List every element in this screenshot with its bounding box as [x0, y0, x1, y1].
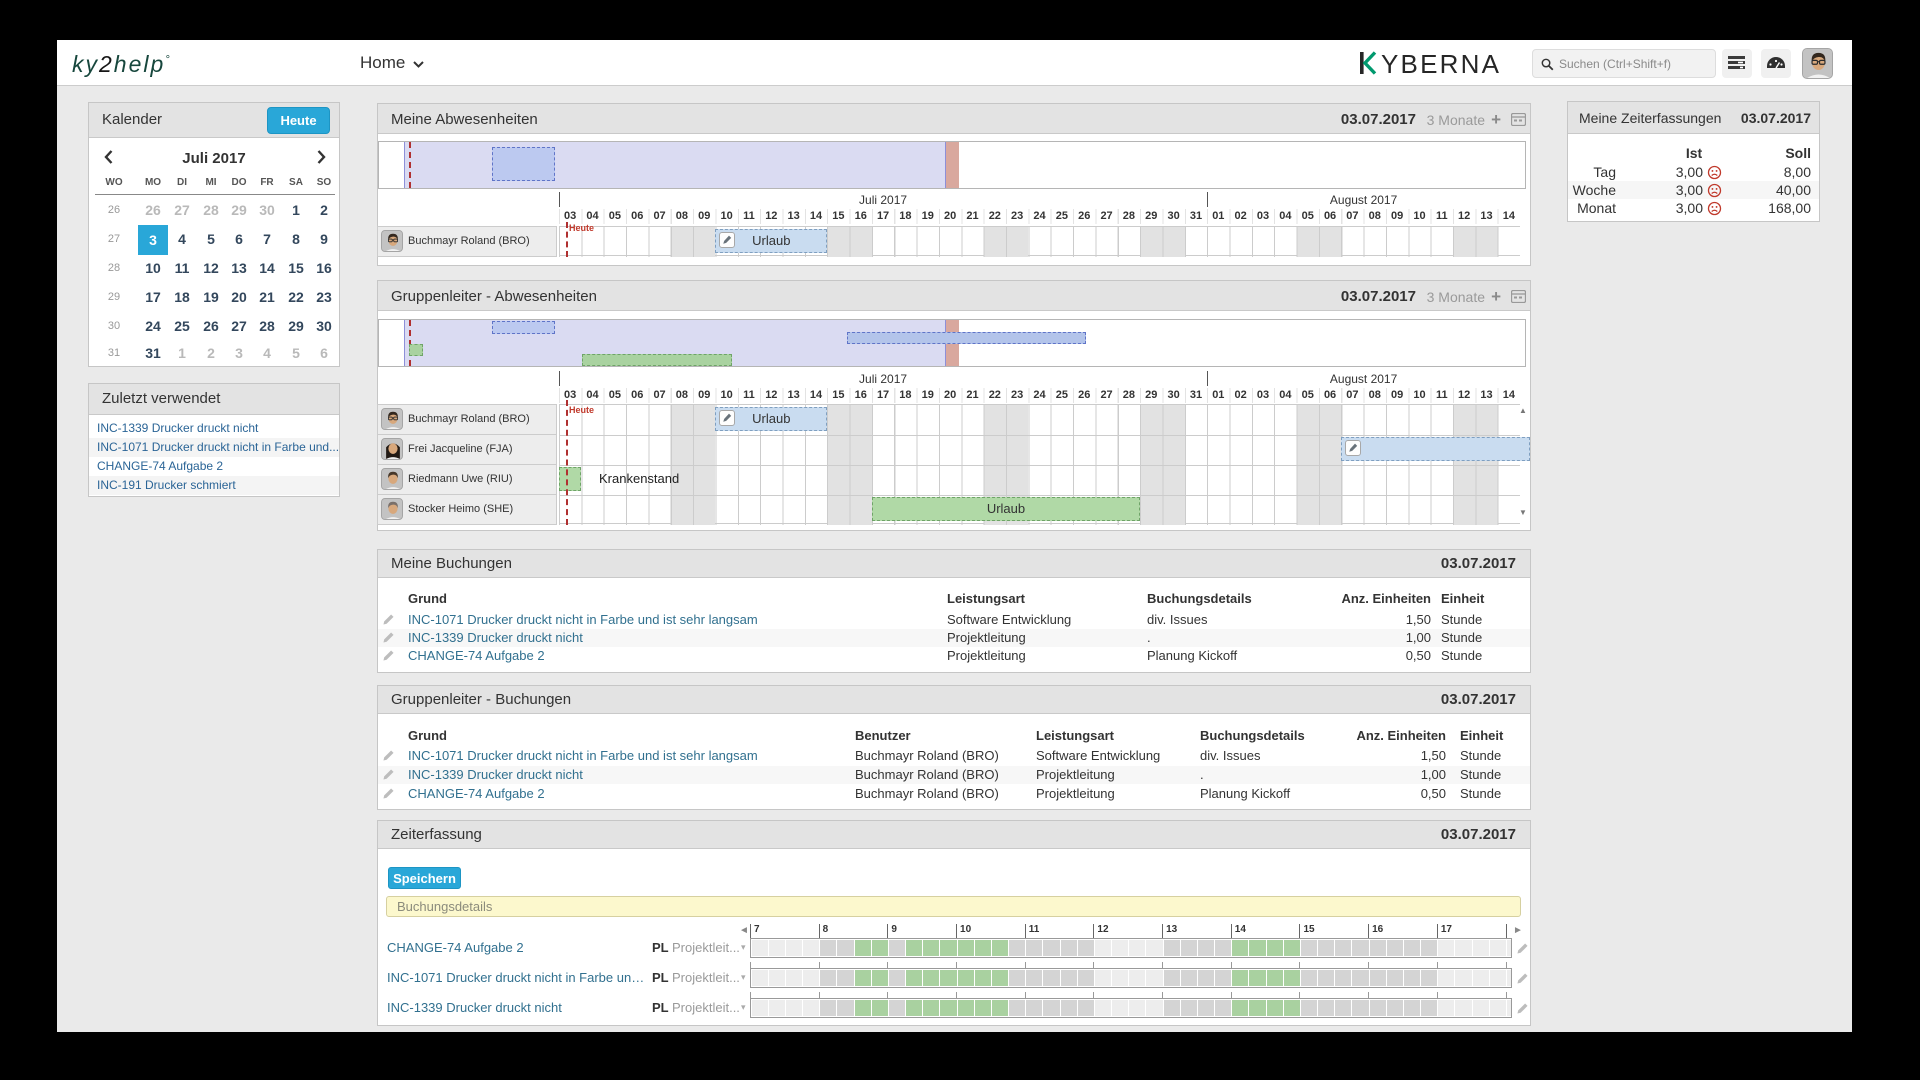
svg-text:YBERNA: YBERNA: [1381, 51, 1501, 77]
